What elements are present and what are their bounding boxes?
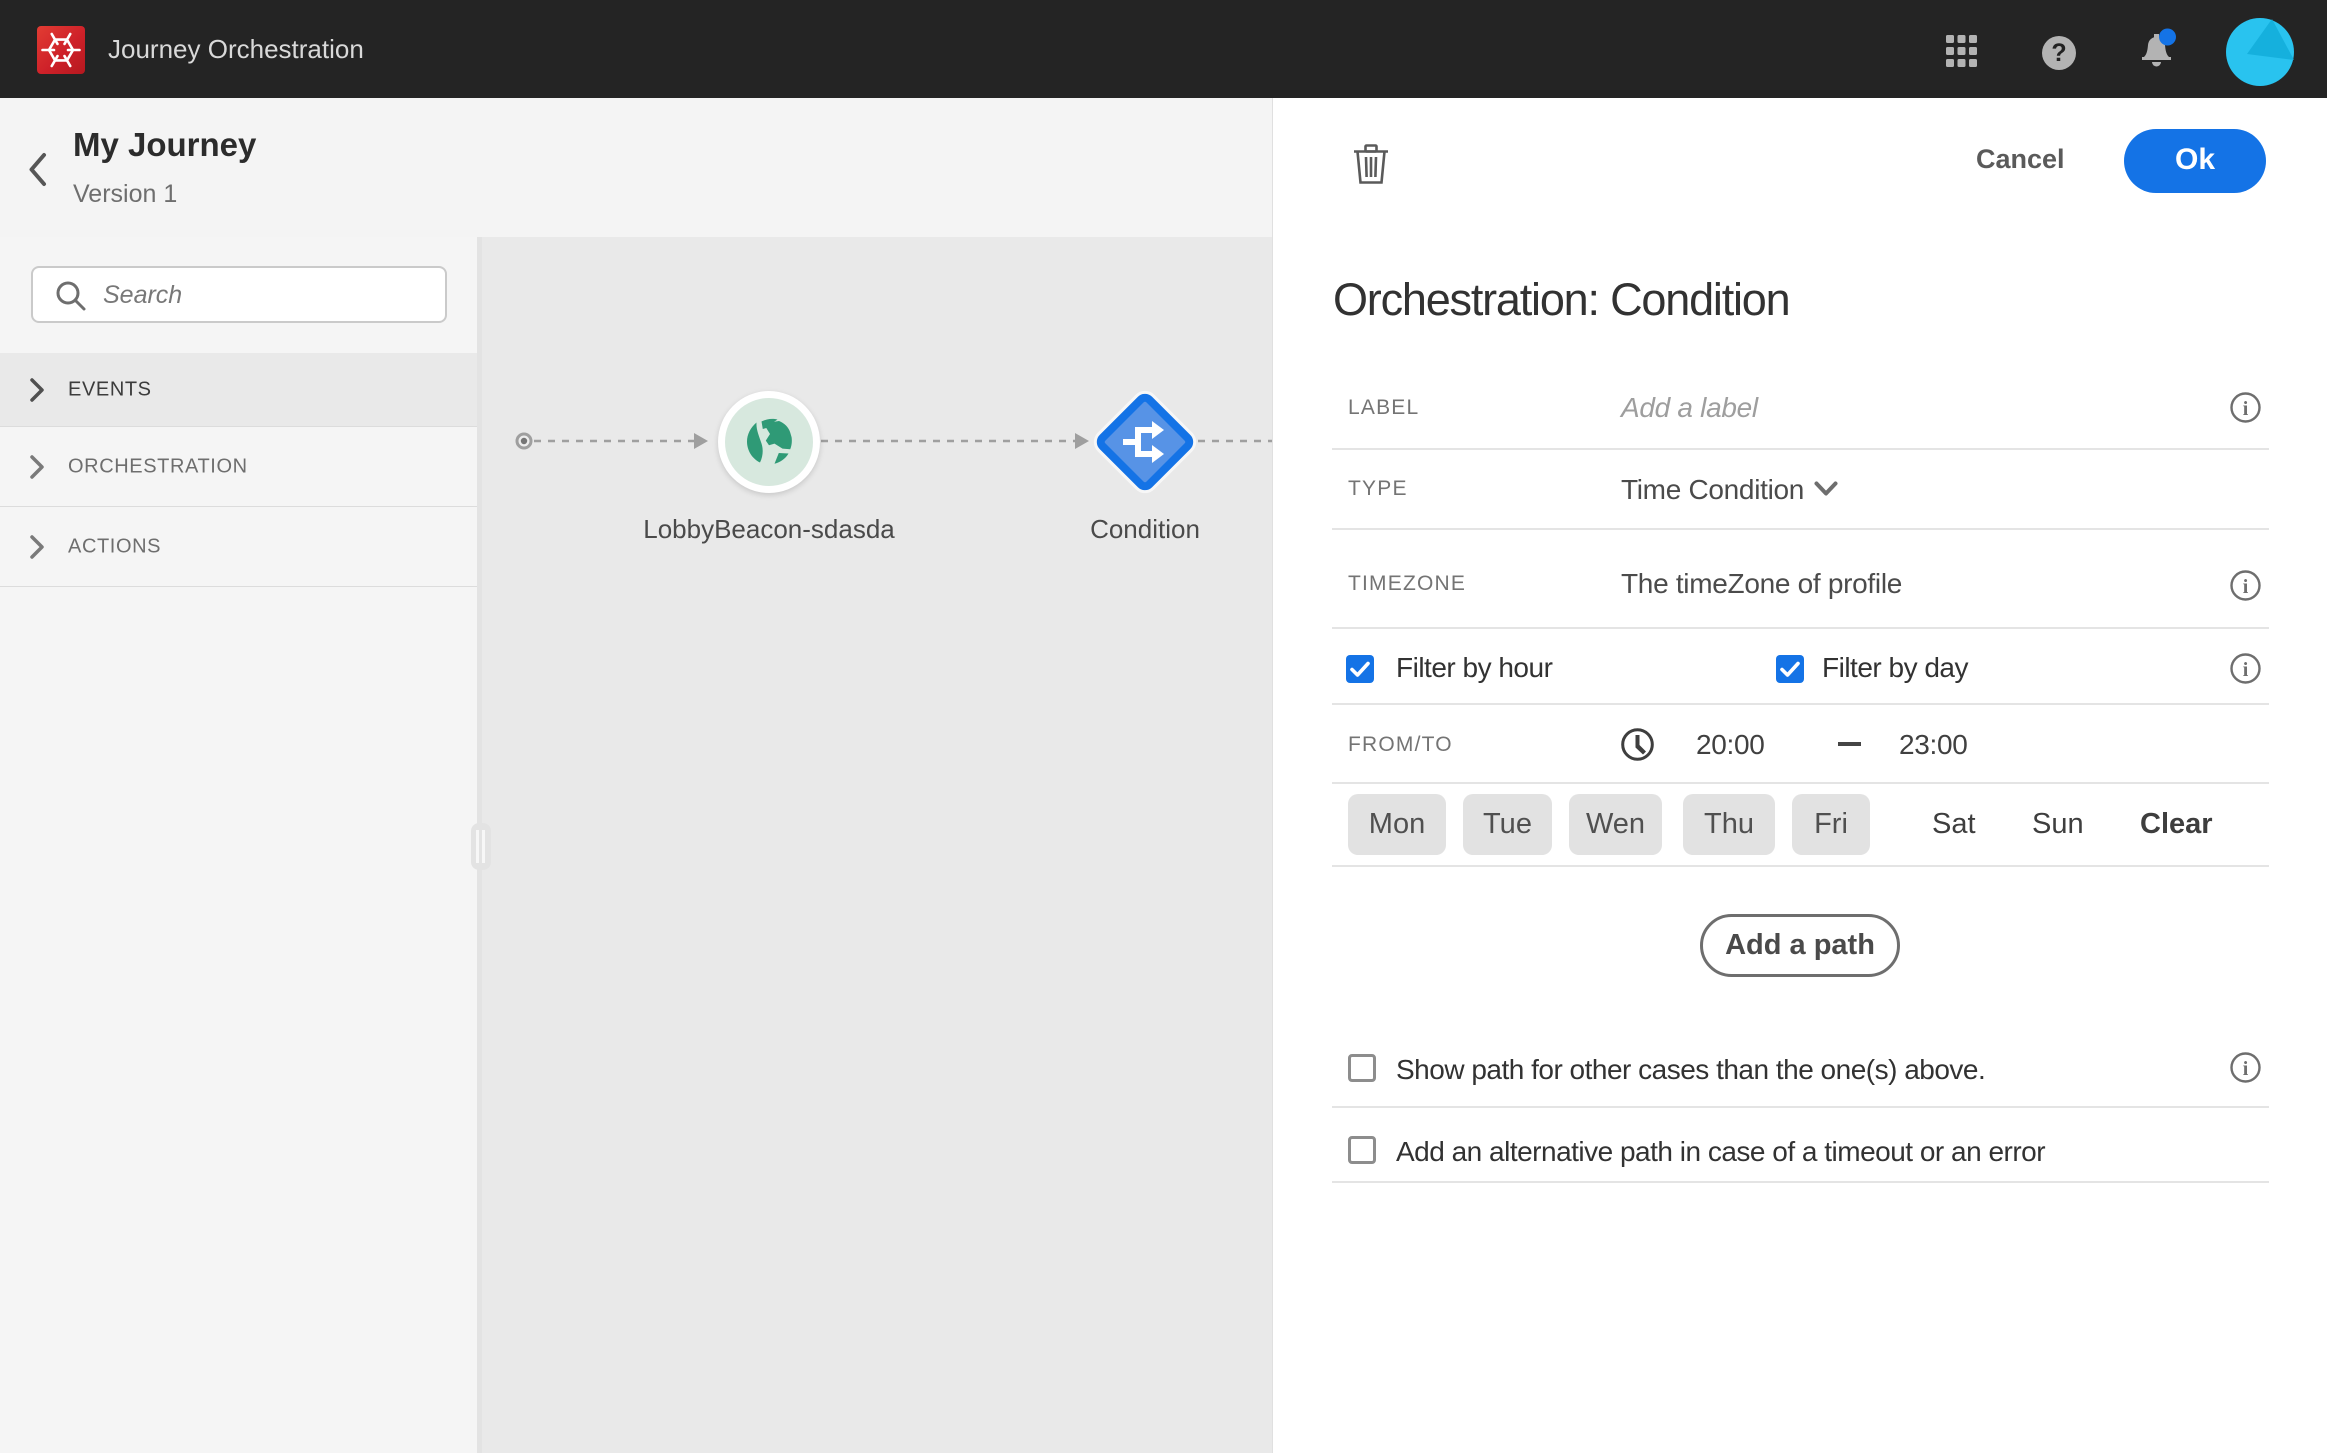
svg-text:i: i: [2243, 576, 2249, 598]
svg-text:i: i: [2243, 398, 2249, 420]
svg-text:i: i: [2243, 1058, 2249, 1080]
svg-text:i: i: [2243, 659, 2249, 681]
